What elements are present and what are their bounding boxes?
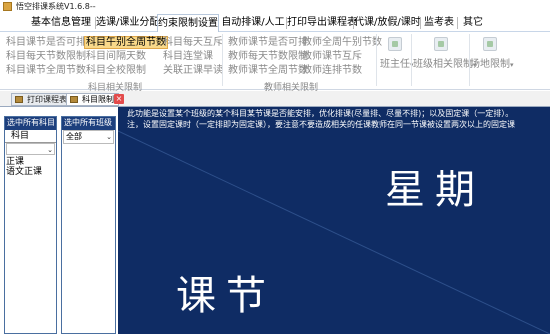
headteacher-button[interactable]: 班主任▾ [380,37,414,70]
ribbon-divider [411,34,412,86]
tab-label: 打印课程表 [27,95,67,104]
menu-substitution[interactable]: 代课/放假/课时 [354,14,421,32]
subject-weekly-count-button[interactable]: 科目课节全周节数 [6,65,86,77]
subject-daily-limit-button[interactable]: 科目每天节数限制 [6,51,86,63]
window-title: 悟空排课系统V1.6.8-- [16,2,96,11]
subject-daily-exclusion-button[interactable]: 科目每天互斥 [163,37,223,49]
dropdown-caret-icon: ▾ [510,61,514,69]
link-morning-reading-button[interactable]: 关联正课早读 [163,65,223,77]
teacher-slot-availability-button[interactable]: 教师课节是否可排 [228,37,308,49]
menu-constraints[interactable]: 约束限制设置 [157,14,219,33]
ribbon-divider [376,34,377,86]
class-panel: 选中所有班级 全部 ⌄ [61,116,116,334]
weekday-axis-header: 星期 [385,167,485,213]
subject-interval-days-button[interactable]: 科目间隔天数 [86,51,146,63]
teacher-weekly-count-button[interactable]: 教师课节全周节数 [228,65,308,77]
class-limits-button[interactable]: 班级相关限制▾ [413,37,477,70]
chevron-down-icon: ⌄ [47,146,53,154]
document-tab-strip: 打印课程表 科目限制 × [0,91,550,107]
subject-column-header: 科目 [5,130,56,143]
venue-limits-icon [483,37,497,51]
subject-filter-dropdown[interactable]: ⌄ [6,143,55,155]
list-item[interactable]: 语文正课 [5,167,56,177]
period-axis-header: 课节 [176,273,276,319]
teacher-consecutive-button[interactable]: 教师连排节数 [302,65,362,77]
app-logo-icon [3,2,12,11]
tab-label: 科目限制 [82,95,114,104]
teacher-daily-limit-button[interactable]: 教师每天节数限制 [228,51,308,63]
ribbon-divider [222,34,223,86]
subject-slot-availability-button[interactable]: 科目课节是否可排 [6,37,86,49]
class-limits-label: 班级相关限制 [413,59,473,70]
select-all-subjects-button[interactable]: 选中所有科目 [5,117,56,130]
menu-bar: 基本信息管理 选课/课业分配 约束限制设置 自动排课/人工 打印导出课程表 代课… [0,14,550,33]
tab-subject-limits[interactable]: 科目限制 [66,93,119,106]
close-tab-icon[interactable]: × [114,94,124,104]
menu-print-export[interactable]: 打印导出课程表 [287,14,357,32]
subject-school-limit-button[interactable]: 科目全校限制 [86,65,146,77]
select-all-classes-button[interactable]: 选中所有班级 [62,117,115,130]
menu-basic-info[interactable]: 基本信息管理 [27,14,95,32]
subject-weekly-period-count-button[interactable]: 科目午别全周节数 [84,36,168,49]
title-bar: 悟空排课系统V1.6.8-- [0,0,550,14]
class-filter-dropdown[interactable]: 全部 ⌄ [63,130,114,144]
class-limits-icon [434,37,448,51]
class-filter-value: 全部 [66,132,82,141]
teacher-weekly-period-button[interactable]: 教师全周午别节数 [302,37,382,49]
list-item[interactable]: 正课 [5,157,56,167]
timetable-icon [70,96,78,103]
menu-exam-proctor[interactable]: 监考表 [421,14,457,32]
venue-limits-button[interactable]: 场地限制▾ [470,37,514,70]
headteacher-icon [388,37,402,51]
subject-consecutive-button[interactable]: 科目连堂课 [163,51,213,63]
subject-panel: 选中所有科目 科目 ⌄ 正课 语文正课 [4,116,57,334]
chevron-down-icon: ⌄ [106,133,112,141]
headteacher-label: 班主任 [380,59,410,70]
teacher-slot-exclusion-button[interactable]: 教师课节互斥 [302,51,362,63]
timetable-icon [15,96,23,103]
menu-other[interactable]: 其它 [458,14,488,32]
tab-print-timetable[interactable]: 打印课程表 [11,93,72,106]
menu-auto-schedule[interactable]: 自动排课/人工 [220,14,286,32]
venue-limits-label: 场地限制 [470,59,510,70]
app-window: 悟空排课系统V1.6.8-- 基本信息管理 选课/课业分配 约束限制设置 自动排… [0,0,550,334]
ribbon-toolbar: 科目课节是否可排 科目午别全周节数 科目每天互斥 科目每天节数限制 科目间隔天数… [0,32,550,93]
menu-course-selection[interactable]: 选课/课业分配 [96,14,159,32]
schedule-grid-area[interactable]: 此功能是设置某个班级的某个科目某节课是否能安排，优化排课(尽量排、尽量不排)；以… [118,107,550,334]
